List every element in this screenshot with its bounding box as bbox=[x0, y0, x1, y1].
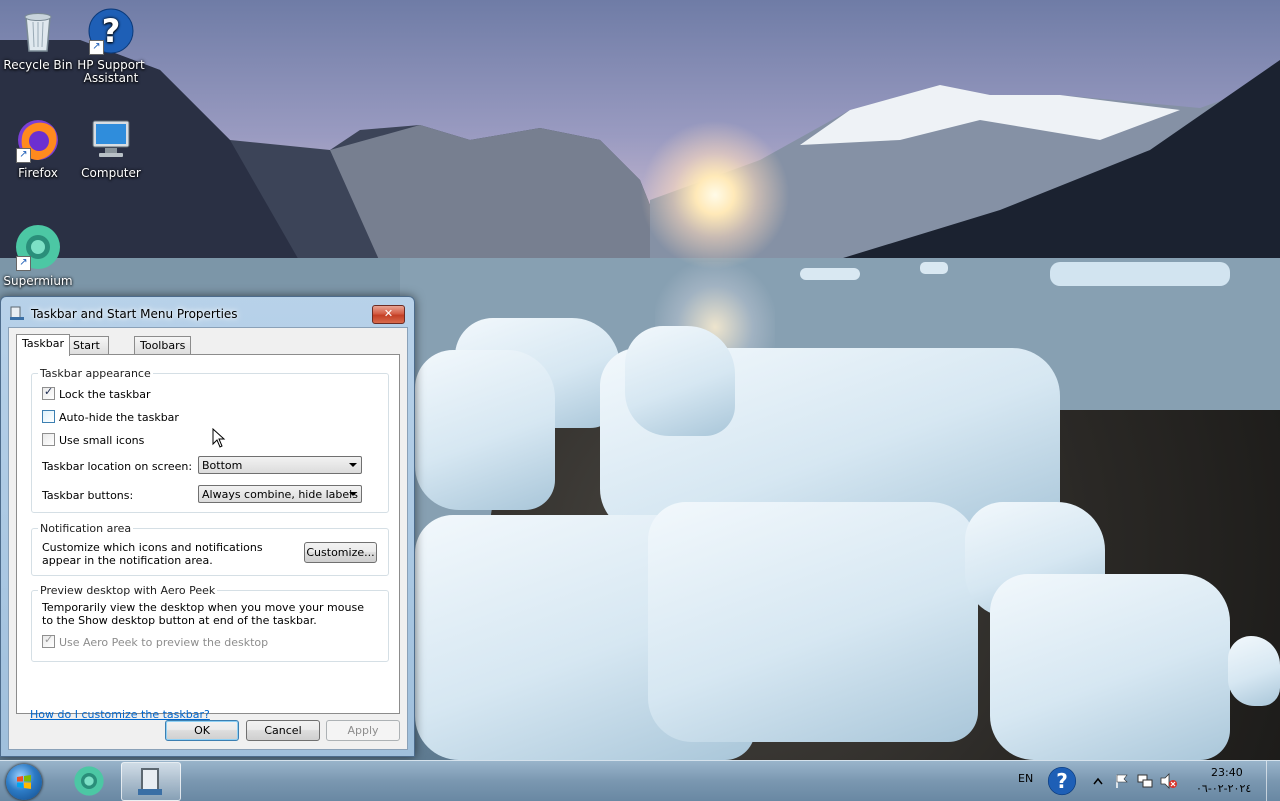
language-indicator[interactable]: EN bbox=[1018, 772, 1033, 785]
taskbar-properties-dialog: Taskbar and Start Menu Properties ✕ Task… bbox=[0, 296, 415, 757]
checkbox-label: Use Aero Peek to preview the desktop bbox=[59, 636, 269, 649]
checkbox-label: Use small icons bbox=[59, 434, 145, 447]
dialog-title: Taskbar and Start Menu Properties bbox=[31, 307, 238, 321]
taskbar-buttons-dropdown[interactable]: Always combine, hide labels bbox=[198, 485, 362, 503]
volume-muted-icon[interactable] bbox=[1160, 773, 1178, 789]
desktop-icon-supermium[interactable]: ↗ Supermium bbox=[0, 223, 76, 288]
button-label: OK bbox=[194, 724, 210, 737]
svg-text:?: ? bbox=[102, 12, 121, 50]
shortcut-arrow-icon: ↗ bbox=[89, 40, 104, 55]
aero-peek-checkbox[interactable]: Use Aero Peek to preview the desktop bbox=[42, 633, 269, 649]
clock-time[interactable]: 23:40 bbox=[1211, 766, 1243, 779]
lock-taskbar-checkbox[interactable]: Lock the taskbar bbox=[42, 385, 151, 401]
desktop-icon-label: HP Support Assistant bbox=[77, 58, 145, 85]
shortcut-arrow-icon: ↗ bbox=[16, 256, 31, 271]
autohide-taskbar-checkbox[interactable]: Auto-hide the taskbar bbox=[42, 410, 179, 424]
close-icon: ✕ bbox=[383, 307, 394, 320]
sun-glow bbox=[640, 120, 790, 270]
button-label: Cancel bbox=[264, 724, 302, 737]
tab-toolbars[interactable]: Toolbars bbox=[134, 336, 192, 355]
group-taskbar-appearance: Taskbar appearance Lock the taskbar Auto… bbox=[31, 367, 389, 513]
checkbox-checked-icon bbox=[42, 633, 55, 648]
small-icons-checkbox[interactable]: Use small icons bbox=[42, 433, 144, 447]
taskbar-button-properties[interactable] bbox=[121, 762, 181, 801]
ice-block bbox=[648, 502, 978, 742]
show-desktop-button[interactable] bbox=[1266, 761, 1280, 801]
desktop-icon-label: Computer bbox=[81, 166, 141, 180]
ice-block bbox=[415, 350, 555, 510]
group-label: Notification area bbox=[38, 522, 134, 535]
customize-button[interactable]: Customize... bbox=[304, 542, 377, 563]
checkbox-label: Lock the taskbar bbox=[59, 388, 151, 401]
svg-text:?: ? bbox=[1056, 769, 1068, 793]
network-icon[interactable] bbox=[1137, 773, 1153, 789]
ice-block bbox=[990, 574, 1230, 760]
dropdown-value: Always combine, hide labels bbox=[202, 488, 358, 501]
checkbox-label: Auto-hide the taskbar bbox=[59, 411, 179, 424]
button-label: Customize... bbox=[306, 546, 375, 559]
taskbar-properties-icon bbox=[138, 768, 162, 795]
recycle-bin-icon bbox=[14, 7, 62, 55]
cancel-button[interactable]: Cancel bbox=[246, 720, 320, 741]
button-label: Apply bbox=[347, 724, 379, 737]
desktop-icon-computer[interactable]: Computer bbox=[73, 115, 149, 180]
ice-block bbox=[625, 326, 735, 436]
tab-label: Taskbar bbox=[22, 337, 64, 350]
ok-button[interactable]: OK bbox=[165, 720, 239, 741]
clock-date[interactable]: ٢٠٢٤-٠٢-٠٦ bbox=[1196, 782, 1251, 795]
firefox-icon: ↗ bbox=[14, 115, 62, 163]
group-aero-peek: Preview desktop with Aero Peek Temporari… bbox=[31, 584, 389, 662]
desktop-icon-recycle-bin[interactable]: Recycle Bin bbox=[0, 7, 76, 72]
tab-start-menu[interactable]: Start Menu bbox=[67, 336, 110, 370]
checkbox-unchecked-icon bbox=[42, 410, 55, 423]
hp-support-icon: ? ↗ bbox=[87, 7, 135, 55]
show-hidden-icons-icon[interactable] bbox=[1093, 777, 1103, 785]
notification-description: Customize which icons and notifications … bbox=[42, 541, 263, 567]
dialog-titlebar[interactable]: Taskbar and Start Menu Properties ✕ bbox=[1, 297, 414, 327]
aero-peek-description: Temporarily view the desktop when you mo… bbox=[42, 601, 364, 627]
dropdown-arrow-icon bbox=[349, 492, 357, 496]
desktop-icon-hp-support[interactable]: ? ↗ HP Support Assistant bbox=[73, 7, 149, 85]
taskbar-button-supermium[interactable] bbox=[60, 762, 118, 799]
taskbar-buttons-label: Taskbar buttons: bbox=[42, 489, 134, 502]
supermium-icon: ↗ bbox=[14, 223, 62, 271]
taskbar-properties-icon bbox=[10, 306, 24, 320]
group-label: Taskbar appearance bbox=[38, 367, 153, 380]
action-center-flag-icon[interactable] bbox=[1114, 773, 1130, 789]
desktop-icon-label: Firefox bbox=[18, 166, 58, 180]
apply-button[interactable]: Apply bbox=[326, 720, 400, 741]
tab-taskbar[interactable]: Taskbar bbox=[16, 334, 70, 356]
shortcut-arrow-icon: ↗ bbox=[16, 148, 31, 163]
taskbar: EN ? 23:40 ٢٠٢٤-٠٢-٠٦ bbox=[0, 760, 1280, 801]
windows-start-icon bbox=[17, 775, 31, 789]
dropdown-arrow-icon bbox=[349, 463, 357, 467]
checkbox-unchecked-icon bbox=[42, 433, 55, 446]
hp-support-icon[interactable]: ? bbox=[1047, 766, 1077, 796]
group-label: Preview desktop with Aero Peek bbox=[38, 584, 218, 597]
desktop-icon-firefox[interactable]: ↗ Firefox bbox=[0, 115, 76, 180]
ice-block bbox=[1228, 636, 1280, 706]
dialog-client-area: Taskbar Start Menu Toolbars Taskbar appe… bbox=[8, 327, 408, 750]
desktop-icon-label: Supermium bbox=[3, 274, 73, 288]
dropdown-value: Bottom bbox=[202, 459, 243, 472]
close-button[interactable]: ✕ bbox=[372, 305, 405, 324]
start-button[interactable] bbox=[6, 764, 42, 800]
supermium-icon bbox=[74, 766, 104, 796]
tab-label: Toolbars bbox=[140, 339, 186, 352]
mouse-cursor-icon bbox=[212, 428, 226, 448]
computer-icon bbox=[87, 115, 135, 163]
desktop-icon-label: Recycle Bin bbox=[3, 58, 73, 72]
group-notification-area: Notification area Customize which icons … bbox=[31, 522, 389, 576]
tab-page-taskbar: Taskbar appearance Lock the taskbar Auto… bbox=[16, 354, 400, 721]
taskbar-location-label: Taskbar location on screen: bbox=[42, 460, 193, 473]
checkbox-checked-icon bbox=[42, 385, 55, 400]
taskbar-location-dropdown[interactable]: Bottom bbox=[198, 456, 362, 474]
